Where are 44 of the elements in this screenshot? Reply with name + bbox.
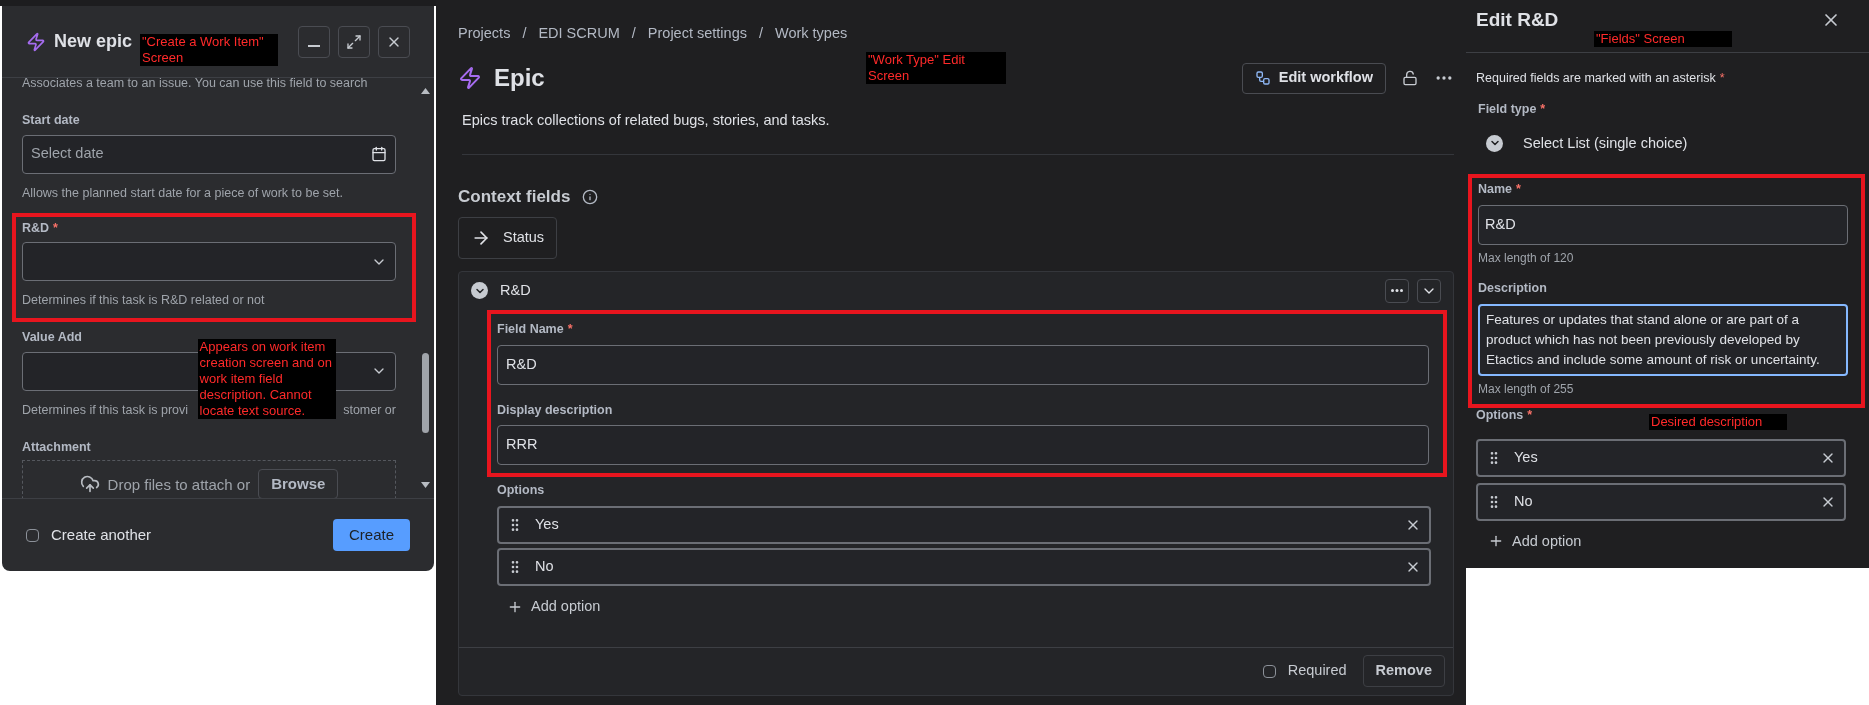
field-label: Field type * xyxy=(1478,100,1547,118)
section-title: Context fields xyxy=(458,186,571,208)
annotation-tooltip: Appears on work item creation screen and on work item field description. Cannot locate text source. xyxy=(197,338,336,419)
breadcrumb-separator: / xyxy=(522,24,527,44)
field-label: Display description xyxy=(497,401,614,419)
helper-text: stomer or xyxy=(343,401,396,419)
field-label: Name * xyxy=(1478,181,1522,199)
required-mark: * xyxy=(1540,101,1546,116)
field-label: Options xyxy=(497,482,546,500)
field-label: Description xyxy=(1478,280,1548,297)
field-label: Options * xyxy=(1476,406,1533,424)
field-card-title: R&D xyxy=(500,280,531,300)
drop-text: Drop files to attach or xyxy=(107,475,251,496)
field-label: Start date xyxy=(22,112,80,129)
option-text: Yes xyxy=(535,515,559,535)
helper-text: Associates a team to an issue. You can use this field to search xyxy=(22,78,369,91)
option-text: Yes xyxy=(1514,447,1538,467)
dialog-title: New epic xyxy=(54,30,133,53)
breadcrumb-separator: / xyxy=(758,24,763,44)
required-note: Required fields are marked with an asterisk * xyxy=(1476,70,1726,87)
option-text: No xyxy=(535,557,554,577)
required-mark: * xyxy=(1527,407,1533,422)
required-mark: * xyxy=(567,321,573,336)
field-label: Value Add xyxy=(22,329,82,346)
field-label: Field Name * xyxy=(497,320,574,338)
page-description: Epics track collections of related bugs, stories, and tasks. xyxy=(462,111,831,130)
annotation-tooltip: "Create a Work Item" Screen xyxy=(140,34,278,66)
annotation-tooltip: Desired description xyxy=(1649,413,1787,430)
required-mark: * xyxy=(53,220,58,235)
field-label: Attachment xyxy=(22,438,91,456)
breadcrumb-separator: / xyxy=(631,24,636,44)
hint-text: Max length of 255 xyxy=(1478,380,1575,398)
panel-title: Edit R&D xyxy=(1476,7,1559,32)
required-mark: * xyxy=(1516,182,1521,197)
annotation-tooltip: "Work Type" Edit Screen xyxy=(866,52,1006,84)
hint-text: Max length of 120 xyxy=(1478,250,1575,267)
required-mark: * xyxy=(1719,71,1725,85)
helper-text: Allows the planned start date for a piece of work to be set. xyxy=(22,184,344,202)
option-text: No xyxy=(1514,491,1533,511)
helper-text: Determines if this task is provi xyxy=(22,401,189,419)
field-label: R&D * xyxy=(22,219,58,237)
page-title: Epic xyxy=(494,63,545,93)
helper-text: Determines if this task is R&D related or not xyxy=(22,292,266,310)
annotation-tooltip: "Fields" Screen xyxy=(1594,31,1732,47)
